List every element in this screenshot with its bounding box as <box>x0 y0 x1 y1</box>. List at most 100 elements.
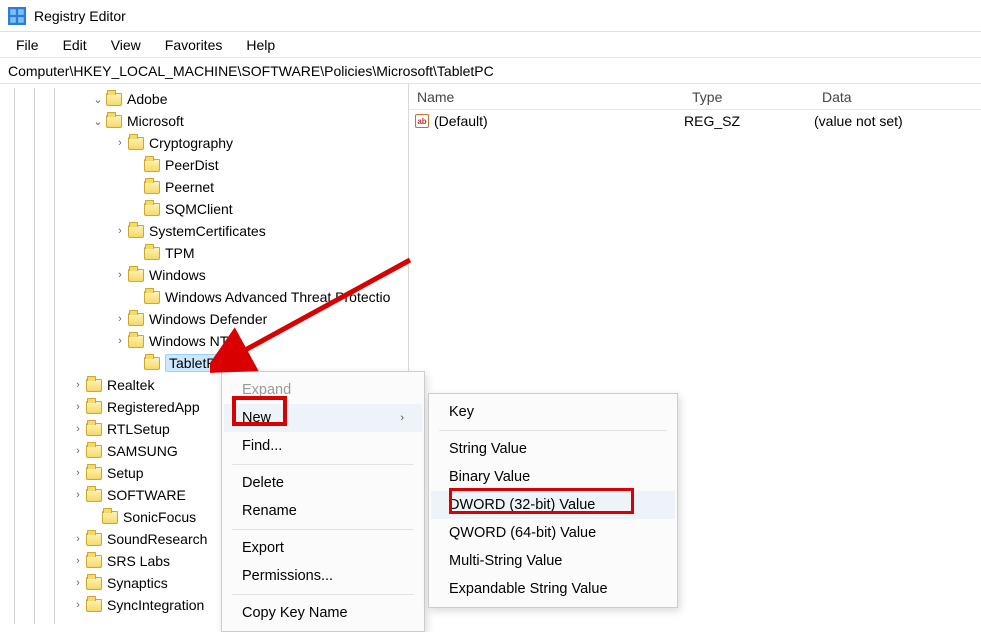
tree-item-peerdist[interactable]: PeerDist <box>0 154 408 176</box>
expander-icon[interactable]: › <box>70 533 86 545</box>
folder-icon <box>86 423 102 436</box>
menu-item-binary-value[interactable]: Binary Value <box>431 463 675 491</box>
folder-icon <box>86 467 102 480</box>
menu-item-expand: Expand <box>224 376 422 404</box>
folder-icon <box>144 203 160 216</box>
column-data[interactable]: Data <box>814 89 981 105</box>
tree-item-peernet[interactable]: Peernet <box>0 176 408 198</box>
column-type[interactable]: Type <box>684 89 814 105</box>
menu-item-label: Binary Value <box>449 469 530 485</box>
menu-item-label: QWORD (64-bit) Value <box>449 525 596 541</box>
menu-bar: File Edit View Favorites Help <box>0 32 981 58</box>
tree-item-label: SAMSUNG <box>107 443 178 459</box>
tree-item-label: Setup <box>107 465 144 481</box>
tree-item-label: Microsoft <box>127 113 184 129</box>
tree-item-windows-advanced-threat-protectio[interactable]: Windows Advanced Threat Protectio <box>0 286 408 308</box>
expander-icon[interactable]: › <box>70 379 86 391</box>
menu-file[interactable]: File <box>6 35 49 55</box>
value-data: (value not set) <box>814 113 981 129</box>
menu-edit[interactable]: Edit <box>53 35 97 55</box>
expander-icon[interactable]: ⌄ <box>90 115 106 128</box>
menu-item-new[interactable]: New› <box>224 404 422 432</box>
tree-item-label: SoundResearch <box>107 531 207 547</box>
string-value-icon: ab <box>415 114 429 128</box>
folder-icon <box>86 379 102 392</box>
menu-item-permissions-[interactable]: Permissions... <box>224 562 422 590</box>
tree-item-label: SonicFocus <box>123 509 196 525</box>
menu-help[interactable]: Help <box>236 35 285 55</box>
tree-item-windows-defender[interactable]: › Windows Defender <box>0 308 408 330</box>
menu-view[interactable]: View <box>101 35 151 55</box>
folder-icon <box>106 93 122 106</box>
menu-item-label: Find... <box>242 438 282 454</box>
folder-icon <box>86 445 102 458</box>
expander-icon[interactable]: › <box>112 269 128 281</box>
menu-item-string-value[interactable]: String Value <box>431 435 675 463</box>
address-bar[interactable]: Computer\HKEY_LOCAL_MACHINE\SOFTWARE\Pol… <box>0 58 981 84</box>
expander-icon[interactable]: › <box>112 225 128 237</box>
menu-item-key[interactable]: Key <box>431 398 675 426</box>
expander-icon[interactable]: › <box>70 467 86 479</box>
folder-icon <box>128 335 144 348</box>
expander-icon[interactable]: › <box>112 335 128 347</box>
menu-item-copy-key-name[interactable]: Copy Key Name <box>224 599 422 627</box>
expander-icon[interactable]: › <box>70 401 86 413</box>
menu-item-find-[interactable]: Find... <box>224 432 422 460</box>
expander-icon[interactable]: › <box>112 137 128 149</box>
context-menu-key: ExpandNew› Find... Delete Rename Export Permi… <box>221 371 425 632</box>
tree-item-label: Windows NT <box>149 333 228 349</box>
regedit-icon <box>8 7 26 25</box>
menu-item-label: Rename <box>242 503 297 519</box>
context-menu-new: Key String Value Binary Value DWORD (32-bit… <box>428 393 678 608</box>
expander-icon[interactable]: › <box>70 489 86 501</box>
expander-icon[interactable]: › <box>70 577 86 589</box>
menu-item-label: Key <box>449 404 474 420</box>
folder-icon <box>144 159 160 172</box>
folder-icon <box>106 115 122 128</box>
tree-item-label: TPM <box>165 245 195 261</box>
menu-separator <box>232 594 414 595</box>
menu-item-label: Delete <box>242 475 284 491</box>
tree-item-windows[interactable]: ›Windows <box>0 264 408 286</box>
menu-item-label: Permissions... <box>242 568 333 584</box>
expander-icon[interactable]: › <box>70 599 86 611</box>
folder-icon <box>144 291 160 304</box>
menu-separator <box>439 430 667 431</box>
menu-favorites[interactable]: Favorites <box>155 35 233 55</box>
tree-item-cryptography[interactable]: ›Cryptography <box>0 132 408 154</box>
tree-item-tpm[interactable]: TPM <box>0 242 408 264</box>
menu-item-label: Copy Key Name <box>242 605 348 621</box>
window-title: Registry Editor <box>34 8 126 24</box>
tree-item-adobe[interactable]: ⌄Adobe <box>0 88 408 110</box>
menu-item-delete[interactable]: Delete <box>224 469 422 497</box>
menu-separator <box>232 529 414 530</box>
list-header[interactable]: Name Type Data <box>409 84 981 110</box>
expander-icon[interactable]: › <box>70 555 86 567</box>
menu-item-rename[interactable]: Rename <box>224 497 422 525</box>
expander-icon[interactable]: › <box>112 313 128 325</box>
expander-icon[interactable]: ⌄ <box>90 93 106 106</box>
expander-icon[interactable]: › <box>70 445 86 457</box>
column-name[interactable]: Name <box>409 89 684 105</box>
tree-item-label: Windows Defender <box>149 311 267 327</box>
menu-item-qword-64-bit-value[interactable]: QWORD (64-bit) Value <box>431 519 675 547</box>
tree-item-microsoft[interactable]: ⌄ Microsoft <box>0 110 408 132</box>
tree-item-systemcertificates[interactable]: ›SystemCertificates <box>0 220 408 242</box>
value-row[interactable]: ab (Default) REG_SZ(value not set) <box>409 110 981 132</box>
folder-icon <box>86 555 102 568</box>
value-type: REG_SZ <box>684 113 814 129</box>
folder-icon <box>86 489 102 502</box>
expander-icon[interactable]: › <box>70 423 86 435</box>
menu-item-multi-string-value[interactable]: Multi-String Value <box>431 547 675 575</box>
tree-item-label: Synaptics <box>107 575 168 591</box>
tree-item-label: SQMClient <box>165 201 233 217</box>
tree-item-sqmclient[interactable]: SQMClient <box>0 198 408 220</box>
menu-separator <box>232 464 414 465</box>
menu-item-dword-32-bit-value[interactable]: DWORD (32-bit) Value <box>431 491 675 519</box>
folder-icon <box>128 269 144 282</box>
menu-item-export[interactable]: Export <box>224 534 422 562</box>
menu-item-expandable-string-value[interactable]: Expandable String Value <box>431 575 675 603</box>
tree-item-windows-nt[interactable]: › Windows NT <box>0 330 408 352</box>
submenu-arrow-icon: › <box>400 412 404 424</box>
value-name: (Default) <box>434 113 488 129</box>
